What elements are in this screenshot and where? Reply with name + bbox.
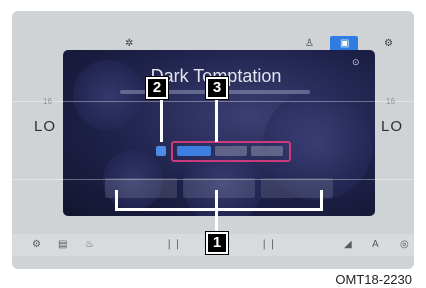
divider-line (12, 179, 414, 180)
dock-icon-5[interactable]: ❘❘ (260, 239, 277, 250)
callout-1: 1 (205, 231, 229, 255)
callout-3-leader (215, 97, 218, 142)
dock-icon-8[interactable]: ◎ (400, 239, 409, 250)
dock-icon-3[interactable]: ♨ (85, 239, 94, 250)
dock-icon-6[interactable]: ◢ (344, 239, 352, 250)
seat-icon[interactable]: ♙ (305, 38, 314, 49)
climate-icon: ▣ (340, 38, 350, 49)
right-temp-lo: LO (381, 118, 404, 135)
dock-icon-1[interactable]: ⚙ (32, 239, 41, 250)
callout-1-bracket (320, 190, 323, 210)
callout-2: 2 (145, 76, 169, 100)
option-pill-3[interactable] (251, 146, 283, 156)
left-temp-lo: LO (34, 118, 57, 135)
callout-1-bracket (215, 190, 218, 232)
fan-icon[interactable]: ✲ (125, 38, 133, 49)
settings-icon[interactable]: ⚙ (384, 38, 393, 49)
option-pill-2[interactable] (215, 146, 247, 156)
popup-button-middle[interactable] (183, 178, 255, 198)
callout-2-leader (160, 94, 163, 142)
divider-line (12, 101, 414, 102)
callout-1-bracket (115, 208, 323, 211)
callout-3: 3 (205, 76, 229, 100)
figure-caption: OMT18-2230 (335, 272, 412, 287)
dock-icon-4[interactable]: ❘❘ (165, 239, 182, 250)
callout-1-bracket (115, 190, 118, 210)
dock-icon-7[interactable]: A (372, 239, 379, 250)
option-pill-1[interactable] (177, 146, 211, 156)
theme-swatch[interactable] (156, 146, 166, 156)
dock-icon-2[interactable]: ▤ (58, 239, 67, 250)
